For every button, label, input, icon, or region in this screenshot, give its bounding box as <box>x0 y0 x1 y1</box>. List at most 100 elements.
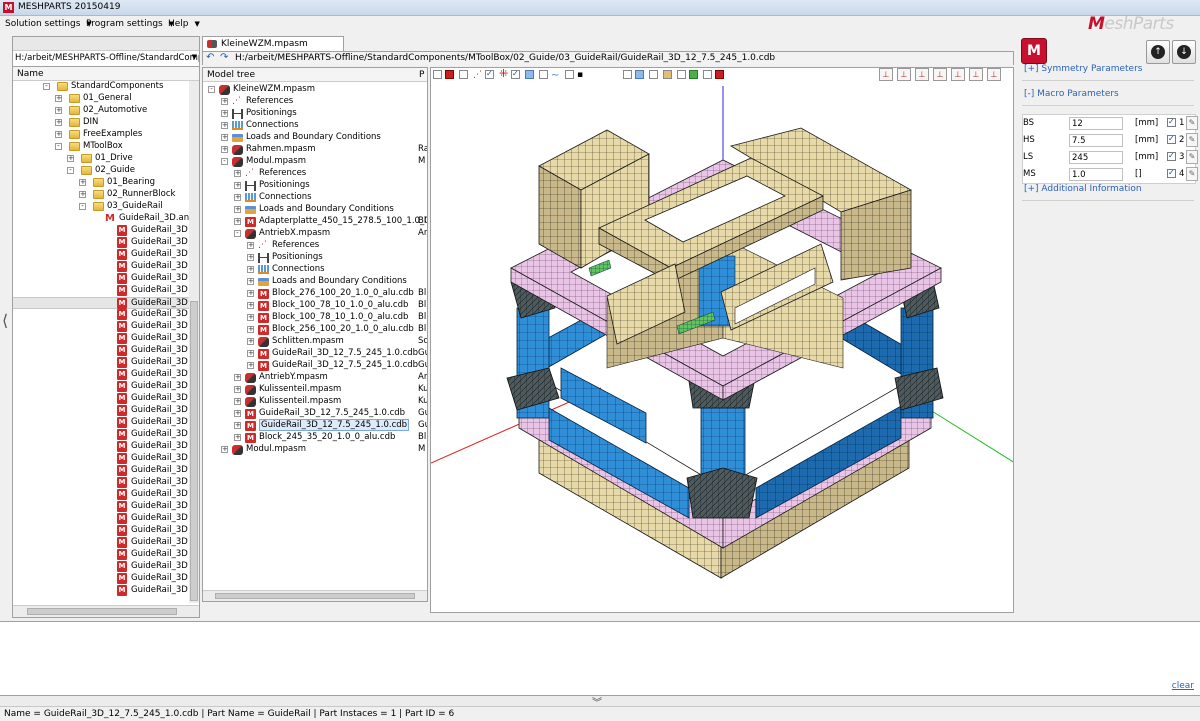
point-icon[interactable]: ▪ <box>577 70 586 80</box>
expand-icon[interactable]: + <box>234 206 241 213</box>
toggle-checkbox[interactable] <box>677 70 686 79</box>
meshparts-m-icon[interactable]: M <box>1021 38 1047 64</box>
cube-solid-icon[interactable] <box>663 70 672 79</box>
cube-green-icon[interactable] <box>689 70 698 79</box>
file-tree-item[interactable]: M GuideRail_3D <box>13 261 189 273</box>
download-button[interactable]: ↓ <box>1172 40 1196 64</box>
expand-icon[interactable]: + <box>221 134 228 141</box>
expand-icon[interactable]: + <box>234 422 241 429</box>
parameter-edit-icon[interactable]: ✎ <box>1186 116 1198 130</box>
expand-icon[interactable]: + <box>221 146 228 153</box>
expand-icon[interactable]: + <box>55 107 62 114</box>
macro-parameters-link[interactable]: [-] Macro Parameters <box>1024 89 1119 99</box>
file-tree-item[interactable]: +02_Automotive <box>13 105 189 117</box>
scrollbar-thumb[interactable] <box>215 593 415 599</box>
expand-icon[interactable]: + <box>221 122 228 129</box>
file-tree-item[interactable]: +02_RunnerBlock <box>13 189 189 201</box>
view-front-icon[interactable]: ⊥ <box>897 68 911 81</box>
left-panel-collapse-handle[interactable]: ⟨ <box>0 36 12 618</box>
toggle-checkbox[interactable] <box>539 70 548 79</box>
expand-icon[interactable]: + <box>234 398 241 405</box>
model-tree-item[interactable]: + Kulissenteil.mpasm Ku <box>203 396 427 408</box>
file-tree-item[interactable]: M GuideRail_3D <box>13 273 189 285</box>
name-column-header[interactable]: Name <box>13 67 199 81</box>
file-tree-item[interactable]: + FreeExamples <box>13 129 189 141</box>
view-top-icon[interactable]: ⊥ <box>969 68 983 81</box>
toggle-checkbox[interactable] <box>623 70 632 79</box>
toggle-checkbox[interactable] <box>433 70 442 79</box>
file-tree-item[interactable]: M GuideRail_3D <box>13 441 189 453</box>
expand-icon[interactable]: + <box>247 338 254 345</box>
cube-outline-icon[interactable] <box>635 70 644 79</box>
collapse-icon[interactable]: - <box>79 203 86 210</box>
file-tree-item[interactable]: M GuideRail_3D <box>13 225 189 237</box>
model-tree-item[interactable]: + Kulissenteil.mpasm Ku <box>203 384 427 396</box>
expand-icon[interactable]: + <box>79 179 86 186</box>
model-tree-item[interactable]: - AntriebX.mpasm An <box>203 228 427 240</box>
expand-icon[interactable]: + <box>234 218 241 225</box>
path-combobox[interactable]: H:/arbeit/MESHPARTS-Offline/StandardComp… <box>13 51 199 67</box>
model-tree-item[interactable]: + Positionings <box>203 108 427 120</box>
expand-icon[interactable]: + <box>79 191 86 198</box>
upload-button[interactable]: ↑ <box>1146 40 1170 64</box>
file-tree-item[interactable]: M GuideRail_3D <box>13 237 189 249</box>
expand-icon[interactable]: + <box>247 278 254 285</box>
parameter-value-input[interactable]: 245 <box>1069 151 1123 164</box>
file-tree-item[interactable]: M GuideRail_3D <box>13 453 189 465</box>
expand-icon[interactable]: + <box>221 110 228 117</box>
collapse-icon[interactable]: - <box>208 86 215 93</box>
file-tree-item[interactable]: M GuideRail_3D <box>13 525 189 537</box>
expand-icon[interactable]: + <box>234 386 241 393</box>
file-tree-vertical-scrollbar[interactable] <box>189 81 199 603</box>
model-tree-item[interactable]: + Schlitten.mpasm Sc <box>203 336 427 348</box>
file-tree-item[interactable]: M GuideRail_3D <box>13 309 189 321</box>
view-left-icon[interactable]: ⊥ <box>933 68 947 81</box>
expand-icon[interactable]: + <box>234 374 241 381</box>
model-tree-item[interactable]: - KleineWZM.mpasm <box>203 84 427 96</box>
file-tree-item[interactable]: M GuideRail_3D <box>13 501 189 513</box>
file-tree-item[interactable]: M GuideRail_3D <box>13 549 189 561</box>
model-tree-item[interactable]: + Modul.mpasm M <box>203 444 427 456</box>
menu-solution-settings[interactable]: Solution settings ▼ <box>5 19 92 29</box>
tab-kleinewzm[interactable]: KleineWZM.mpasm <box>202 36 344 51</box>
collapse-icon[interactable]: - <box>234 230 241 237</box>
parameter-edit-icon[interactable]: ✎ <box>1186 133 1198 147</box>
scrollbar-thumb[interactable] <box>27 608 177 615</box>
file-tree-item[interactable]: M GuideRail_3D.an <box>13 213 189 225</box>
menu-program-settings[interactable]: Program settings ▼ <box>86 19 174 29</box>
expand-icon[interactable]: + <box>234 410 241 417</box>
model-tree-item[interactable]: + Connections <box>203 120 427 132</box>
file-tree-item[interactable]: M GuideRail_3D <box>13 381 189 393</box>
model-tree-item[interactable]: + AntriebY.mpasm An <box>203 372 427 384</box>
collapse-icon[interactable]: - <box>221 158 228 165</box>
expand-icon[interactable]: + <box>247 242 254 249</box>
file-tree-item[interactable]: - StandardComponents <box>13 81 189 93</box>
file-tree-item[interactable]: M GuideRail_3D <box>13 405 189 417</box>
scrollbar-thumb[interactable] <box>190 301 198 601</box>
expand-icon[interactable]: + <box>247 290 254 297</box>
parameter-checkbox[interactable] <box>1167 168 1176 178</box>
model-tree-item[interactable]: + ⋰ References <box>203 96 427 108</box>
collapse-icon[interactable]: - <box>55 143 62 150</box>
toggle-checkbox[interactable] <box>565 70 574 79</box>
curve-icon[interactable]: ∼ <box>551 70 560 81</box>
model-tree-item[interactable]: + Connections <box>203 192 427 204</box>
file-tree-item[interactable]: +01_Drive <box>13 153 189 165</box>
parameter-checkbox[interactable] <box>1167 151 1176 161</box>
clear-link[interactable]: clear <box>1172 681 1194 691</box>
file-tree-horizontal-scrollbar[interactable] <box>13 605 199 617</box>
redo-icon[interactable]: ↷ <box>220 53 230 63</box>
file-tree-item[interactable]: + DIN <box>13 117 189 129</box>
model-tree-item[interactable]: + MAdapterplatte_450_15_278.5_100_1.0_0_a… <box>203 216 427 228</box>
file-tree-item[interactable]: M GuideRail_3D <box>13 585 189 597</box>
model-tree-item[interactable]: + M Block_276_100_20_1.0_0_alu.cdb Bl <box>203 288 427 300</box>
file-tree-item[interactable]: M GuideRail_3D <box>13 477 189 489</box>
file-tree-item[interactable]: M GuideRail_3D <box>13 297 189 309</box>
collapse-icon[interactable]: - <box>67 167 74 174</box>
view-bottom-icon[interactable]: ⊥ <box>987 68 1001 81</box>
file-tree-item[interactable]: - MToolBox <box>13 141 189 153</box>
file-tree-item[interactable]: M GuideRail_3D <box>13 513 189 525</box>
expand-icon[interactable]: + <box>234 182 241 189</box>
file-tree-item[interactable]: M GuideRail_3D <box>13 393 189 405</box>
file-tree-item[interactable]: M GuideRail_3D <box>13 561 189 573</box>
